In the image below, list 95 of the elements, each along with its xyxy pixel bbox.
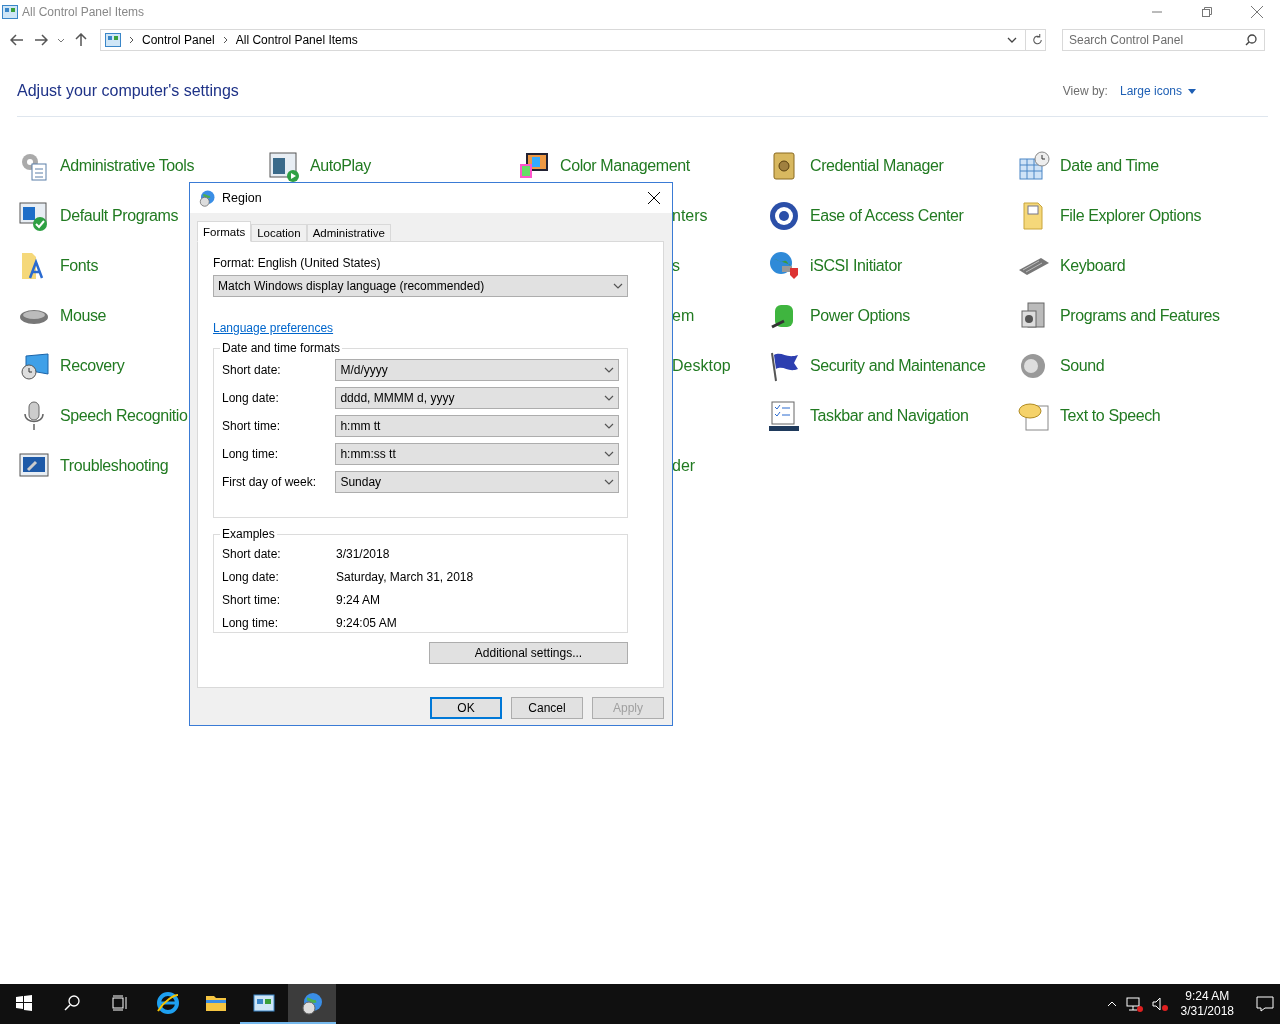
control-panel-item[interactable]: Sound [1018,341,1268,391]
clock[interactable]: 9:24 AM 3/31/2018 [1176,989,1238,1019]
control-panel-item[interactable]: Security and Maintenance [768,341,1018,391]
format-dropdown[interactable]: Match Windows display language (recommended) [213,275,628,297]
globe-clock-icon [300,991,324,1015]
field-label: Long time: [222,447,280,461]
field-label: Short date: [222,546,282,561]
chevron-down-icon [613,283,623,289]
internet-explorer-icon [156,991,180,1015]
back-arrow-icon [10,34,24,46]
dialog-title: Region [222,191,263,205]
chevron-down-icon [604,479,614,485]
control-panel-item[interactable]: Ease of Access Center [768,191,1018,241]
control-panel-icon [252,991,276,1015]
refresh-icon[interactable] [1025,30,1045,50]
control-panel-item[interactable]: File Explorer Options [1018,191,1268,241]
chevron-right-icon [129,36,134,44]
notification-icon[interactable] [1256,996,1274,1012]
group-title: Examples [221,527,276,541]
format-dropdown[interactable]: h:mm tt [335,415,619,437]
chevron-down-icon [604,451,614,457]
target-icon [768,200,800,232]
calendar-icon [1018,150,1050,182]
format-label: Format: English (United States) [213,256,382,270]
tab[interactable]: Administrative [306,224,391,242]
speaker-icon[interactable] [1150,996,1169,1012]
additional-settings-button[interactable]: Additional settings... [429,642,628,664]
field-label: First day of week: [222,475,318,489]
field-label: Long date: [222,569,280,584]
chevron-down-icon [604,423,614,429]
format-dropdown[interactable]: h:mm:ss tt [335,443,619,465]
search-field[interactable]: Search Control Panel [1062,29,1265,51]
format-dropdown[interactable]: dddd, MMMM d, yyyy [335,387,619,409]
address-bar[interactable]: Control Panel All Control Panel Items [100,29,1046,51]
page-heading: Adjust your computer's settings [17,82,239,100]
tab[interactable]: Location [251,224,307,242]
dialog-button[interactable]: OK [430,697,502,719]
control-panel-item[interactable]: Text to Speech [1018,391,1268,441]
chevron-down-icon [604,395,614,401]
windows-logo-icon [16,995,32,1011]
control-panel-item[interactable]: Programs and Features [1018,291,1268,341]
control-panel-item[interactable]: Credential Manager [768,141,1018,191]
checklist-icon [768,400,800,432]
field-label: Long time: [222,615,280,630]
dialog-button[interactable]: Cancel [511,697,583,719]
chevron-down-icon [57,37,65,43]
group-title: Date and time formats [221,341,342,355]
breadcrumb[interactable]: All Control Panel Items [235,33,358,47]
format-dropdown[interactable]: M/d/yyyy [335,359,619,381]
window-title: All Control Panel Items [22,5,146,19]
caret-icon [1188,88,1196,94]
up-arrow-icon [75,33,87,47]
field-label: Long date: [222,391,280,405]
format-dropdown[interactable]: Sunday [335,471,619,493]
close-icon [1251,6,1263,18]
field-label: Short time: [222,592,282,607]
control-panel-item[interactable]: Keyboard [1018,241,1268,291]
control-panel-item[interactable]: Date and Time [1018,141,1268,191]
breadcrumb[interactable]: Control Panel [142,33,215,47]
example-value: 9:24 AM [336,592,381,607]
task-view-icon [112,995,128,1011]
monitor-clock-icon [18,350,50,382]
chevron-right-icon [222,36,228,44]
taskbar-app-button[interactable] [288,984,336,1024]
control-panel-item[interactable]: Taskbar and Navigation [768,391,1018,441]
control-panel-item[interactable]: Power Options [768,291,1018,341]
field-label: Short time: [222,419,282,433]
view-by-dropdown[interactable]: Large icons [1119,84,1196,98]
speech-bubble-icon [1018,400,1050,432]
flag-icon [768,350,800,382]
tab[interactable]: Formats [197,221,252,242]
window-check-icon [18,200,50,232]
control-panel-item[interactable]: iSCSI Initiator [768,241,1018,291]
control-panel-item[interactable]: Color Management [518,141,768,191]
search-icon [1245,34,1257,46]
control-panel-icon [105,33,121,47]
example-value: 9:24:05 AM [336,615,397,630]
network-icon[interactable] [1124,996,1143,1012]
globe-icon [768,250,800,282]
forward-arrow-icon [34,34,48,46]
control-panel-item[interactable]: Administrative Tools [18,141,268,191]
globe-clock-icon [198,189,216,207]
example-value: 3/31/2018 [336,546,390,561]
control-panel-item[interactable]: AutoPlay [268,141,518,191]
search-icon [64,995,80,1011]
language-preferences-link[interactable]: Language preferences [213,321,334,335]
close-icon [648,192,660,204]
field-label: Short date: [222,363,282,377]
view-by-label: View by: [1062,84,1108,98]
example-value: Saturday, March 31, 2018 [336,569,474,584]
restore-icon [1202,7,1212,17]
chevron-up-icon[interactable] [1106,1001,1117,1007]
chevron-down-icon[interactable] [1007,37,1017,43]
control-panel-icon [2,5,18,19]
chevron-down-icon [604,367,614,373]
